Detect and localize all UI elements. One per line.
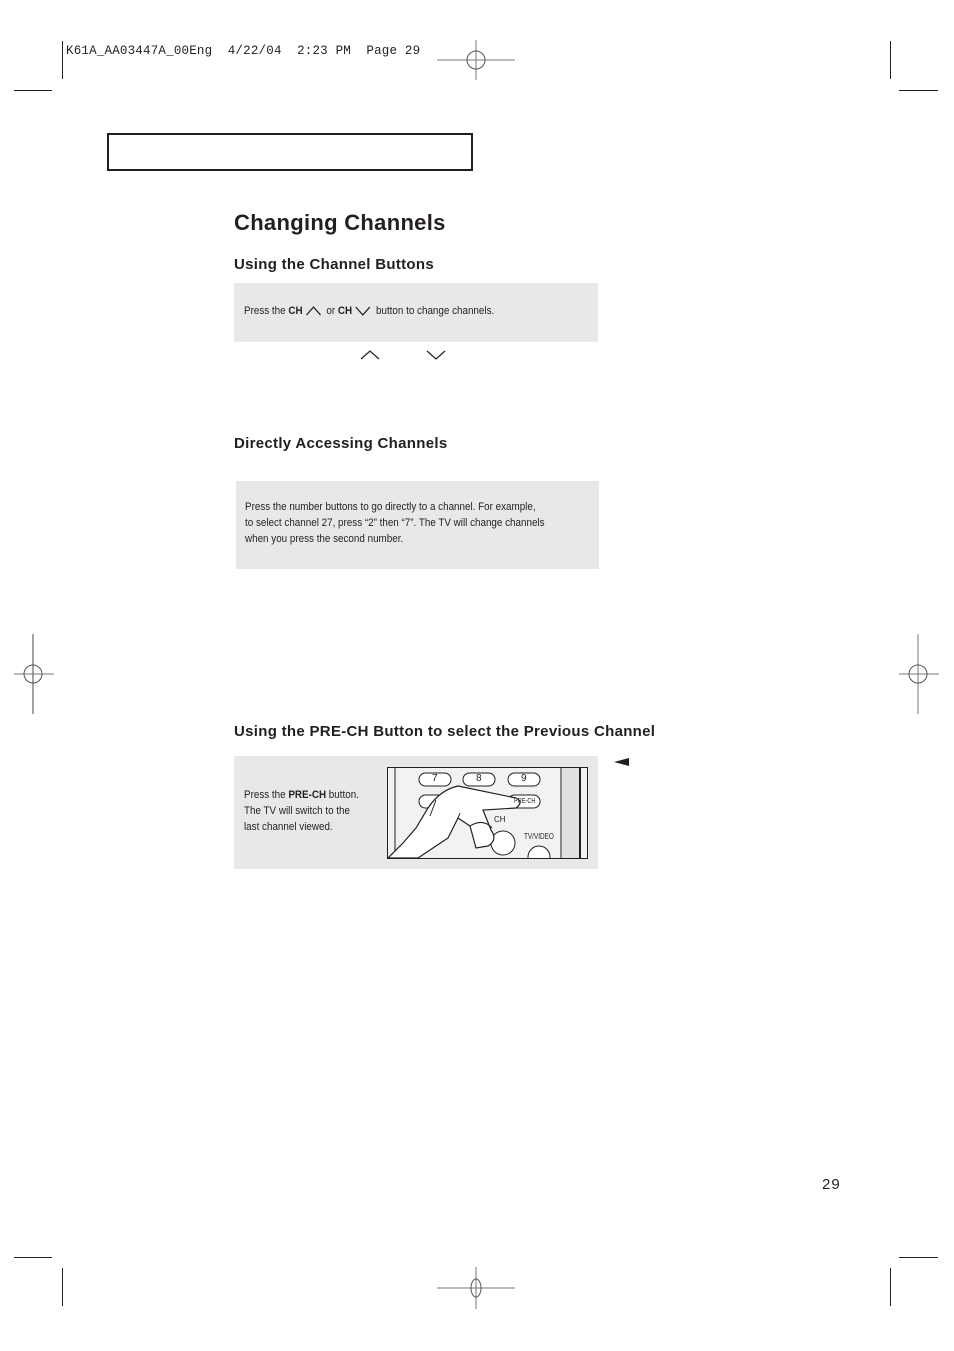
chevron-down-icon xyxy=(355,306,371,316)
crop-mark xyxy=(14,1257,52,1258)
chevron-down-icon xyxy=(426,350,446,360)
ch-key-label: CH xyxy=(494,815,506,824)
chevron-up-icon xyxy=(305,306,321,316)
slug-page: Page 29 xyxy=(366,44,421,58)
slug-date: 4/22/04 xyxy=(227,44,282,58)
instruction-text: Press the PRE-CH button. The TV will swi… xyxy=(244,789,359,833)
instruction-text: Press the CH or CH button to change chan… xyxy=(244,305,495,317)
registration-mark-right xyxy=(899,634,939,714)
key-9-label: 9 xyxy=(521,773,527,784)
key-7-label: 7 xyxy=(432,773,438,784)
instruction-panel-channel-buttons: Press the CH or CH button to change chan… xyxy=(234,283,598,342)
remote-drawing xyxy=(388,768,581,858)
registration-mark-top xyxy=(437,40,515,80)
crop-mark xyxy=(14,90,52,91)
page-number: 29 xyxy=(822,1176,841,1193)
slug-filename: K61A_AA03447A_00Eng xyxy=(66,44,213,58)
chapter-header-box xyxy=(107,133,473,171)
crop-mark xyxy=(62,41,63,79)
tv-video-key-label: TV/VIDEO xyxy=(524,832,554,841)
instruction-panel-direct-access: Press the number buttons to go directly … xyxy=(236,481,599,569)
remote-illustration: 7 8 9 PRE-CH CH TV/VIDEO xyxy=(387,767,588,859)
crop-mark xyxy=(62,1268,63,1306)
section-heading-pre-ch: Using the PRE-CH Button to select the Pr… xyxy=(234,723,656,740)
print-slug: K61A_AA03447A_00Eng 4/22/04 2:23 PM Page… xyxy=(66,44,420,58)
section-heading-direct-access: Directly Accessing Channels xyxy=(234,435,448,452)
crop-mark xyxy=(890,1268,891,1306)
chevron-up-icon xyxy=(360,350,380,360)
registration-mark-bottom xyxy=(437,1267,515,1309)
section-heading-channel-buttons: Using the Channel Buttons xyxy=(234,256,434,273)
ch-button-label: CH xyxy=(337,305,353,317)
crop-mark xyxy=(899,90,938,91)
pre-ch-button-label: PRE-CH xyxy=(288,789,327,801)
left-triangle-icon xyxy=(614,758,629,766)
ch-button-label: CH xyxy=(288,305,303,317)
page-title: Changing Channels xyxy=(234,210,446,235)
crop-mark xyxy=(899,1257,938,1258)
pre-ch-key-label: PRE-CH xyxy=(514,798,536,805)
key-8-label: 8 xyxy=(476,773,482,784)
registration-mark-left xyxy=(14,634,54,714)
crop-mark xyxy=(890,41,891,79)
slug-time: 2:23 PM xyxy=(297,44,351,58)
instruction-text: Press the number buttons to go directly … xyxy=(245,501,545,545)
